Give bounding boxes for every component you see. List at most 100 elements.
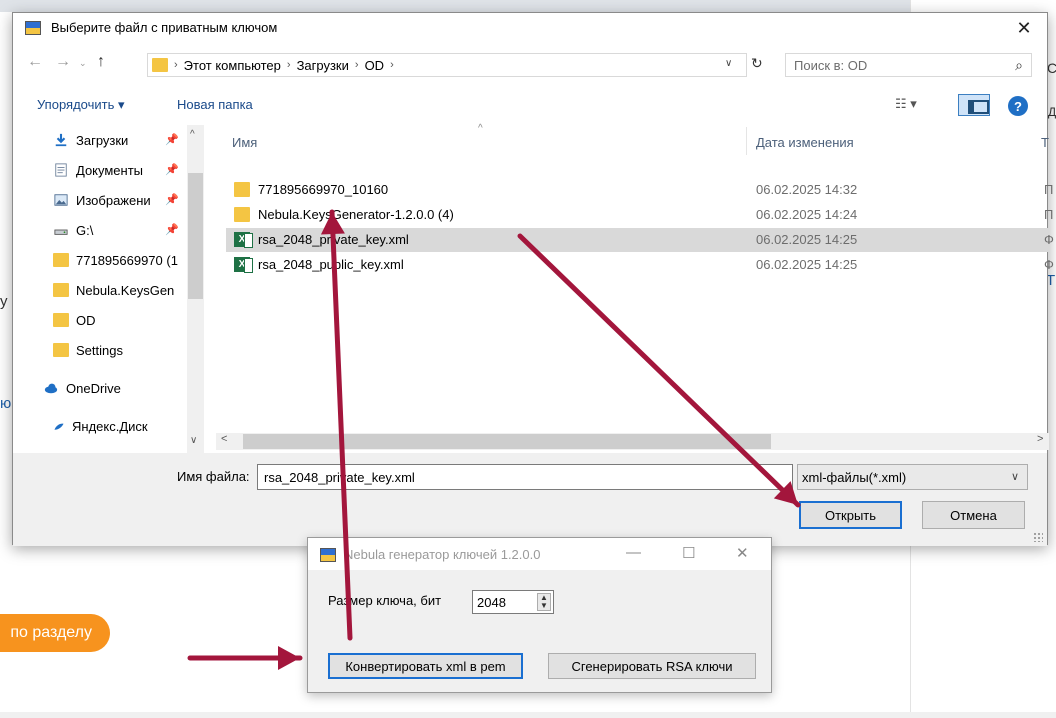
scroll-right-icon[interactable]: > xyxy=(1037,433,1043,445)
recent-locations-chevron-icon[interactable]: ⌄ xyxy=(79,58,87,69)
breadcrumb-od[interactable]: OD xyxy=(365,58,385,73)
file-row-selected[interactable]: X rsa_2048_private_key.xml 06.02.2025 14… xyxy=(226,228,1054,252)
folder-icon xyxy=(234,207,250,222)
key-size-stepper[interactable]: 2048 ▲ ▼ xyxy=(472,590,554,614)
close-button[interactable]: ✕ xyxy=(1001,13,1047,43)
dialog-footer: Имя файла: xml-файлы(*.xml) ∨ Открыть От… xyxy=(13,453,1047,546)
open-button[interactable]: Открыть xyxy=(799,501,902,529)
file-row[interactable]: X rsa_2048_public_key.xml 06.02.2025 14:… xyxy=(226,253,1054,277)
new-folder-button[interactable]: Новая папка xyxy=(177,97,253,112)
spin-arrows-icon[interactable]: ▲ ▼ xyxy=(537,593,551,611)
nav-item-folder-settings[interactable]: Settings xyxy=(53,339,123,361)
yandex-disk-icon xyxy=(54,423,64,430)
chevron-right-icon: › xyxy=(174,59,178,71)
file-name: rsa_2048_public_key.xml xyxy=(258,257,404,272)
nebula-titlebar[interactable]: Nebula генератор ключей 1.2.0.0 — ☐ ✕ xyxy=(308,538,771,570)
scroll-left-icon[interactable]: < xyxy=(221,433,227,445)
dialog-title: Выберите файл с приватным ключом xyxy=(51,20,278,35)
back-arrow-icon[interactable]: ← xyxy=(27,53,43,71)
chevron-right-icon: › xyxy=(354,59,359,71)
background-text-fragment: Д xyxy=(1048,105,1056,119)
nav-item-label: G:\ xyxy=(76,222,94,238)
folder-icon xyxy=(152,58,168,72)
nav-item-label: Nebula.KeysGen xyxy=(76,282,175,298)
search-input[interactable]: Поиск в: OD ⌕ xyxy=(785,53,1032,77)
generate-rsa-keys-button[interactable]: Сгенерировать RSA ключи xyxy=(548,653,756,679)
refresh-icon[interactable]: ↻ xyxy=(751,55,763,72)
nav-item-yandex-disk[interactable]: Яндекс.Диск xyxy=(53,415,148,437)
file-date: 06.02.2025 14:25 xyxy=(756,257,858,272)
background-section-button[interactable]: по разделу xyxy=(0,614,110,652)
pictures-icon xyxy=(54,194,68,206)
close-icon[interactable]: ✕ xyxy=(736,544,749,562)
file-row[interactable]: Nebula.KeysGenerator-1.2.0.0 (4) 06.02.2… xyxy=(226,203,1053,227)
open-button-label: Открыть xyxy=(824,507,877,523)
search-icon: ⌕ xyxy=(1015,57,1023,73)
file-row[interactable]: 771895669970_10160 06.02.2025 14:32 П xyxy=(226,178,1053,202)
resize-grip[interactable] xyxy=(1033,532,1043,542)
scroll-up-icon[interactable]: ^ xyxy=(190,129,195,140)
file-date: 06.02.2025 14:32 xyxy=(756,182,858,197)
nav-item-folder-771895669970[interactable]: 771895669970 (1 xyxy=(53,249,178,271)
nav-item-documents[interactable]: Документы xyxy=(53,159,143,181)
navigation-pane: Загрузки 📌 Документы 📌 Изображени 📌 G:\ … xyxy=(13,125,216,455)
navigation-bar: ← → ⌄ ↑ › Этот компьютер › Загрузки › OD… xyxy=(13,43,1047,83)
browser-tab-strip xyxy=(0,0,1056,12)
scroll-down-icon[interactable]: ∨ xyxy=(190,435,197,446)
preview-pane-icon[interactable] xyxy=(958,94,990,116)
nav-item-onedrive[interactable]: OneDrive xyxy=(43,377,121,399)
pin-icon[interactable]: 📌 xyxy=(165,193,179,206)
cancel-button-label: Отмена xyxy=(950,507,997,523)
key-size-value: 2048 xyxy=(477,594,506,610)
column-header-date-modified[interactable]: Дата изменения xyxy=(756,135,854,150)
horizontal-scrollbar-thumb[interactable] xyxy=(243,434,771,449)
column-divider[interactable] xyxy=(746,127,747,155)
file-name: 771895669970_10160 xyxy=(258,182,389,197)
navigation-scrollbar-thumb[interactable] xyxy=(188,173,203,299)
annotation-arrow-to-convert-head xyxy=(278,646,300,670)
column-header-name[interactable]: Имя xyxy=(232,135,257,150)
background-section-button-label: по разделу xyxy=(10,624,92,641)
nav-item-folder-od[interactable]: OD xyxy=(53,309,96,331)
file-type: Ф xyxy=(1044,257,1054,272)
file-list: ^ Имя Дата изменения Т 771895669970_1016… xyxy=(216,123,1054,435)
filename-input[interactable] xyxy=(257,464,793,490)
nebula-title: Nebula генератор ключей 1.2.0.0 xyxy=(344,547,541,562)
nav-item-label: Settings xyxy=(76,342,123,358)
column-header-type[interactable]: Т xyxy=(1041,135,1049,150)
pin-icon[interactable]: 📌 xyxy=(165,133,179,146)
up-arrow-icon[interactable]: ↑ xyxy=(97,53,105,71)
cancel-button[interactable]: Отмена xyxy=(922,501,1025,529)
file-type: П xyxy=(1044,207,1054,222)
nav-item-folder-nebula[interactable]: Nebula.KeysGen xyxy=(53,279,174,301)
file-date: 06.02.2025 14:24 xyxy=(756,207,858,222)
search-placeholder: Поиск в: OD xyxy=(794,57,868,73)
convert-xml-to-pem-button[interactable]: Конвертировать xml в pem xyxy=(328,653,523,679)
background-text-fragment: у xyxy=(0,293,8,310)
pin-icon[interactable]: 📌 xyxy=(165,223,179,236)
nav-item-downloads[interactable]: Загрузки xyxy=(53,129,128,151)
convert-button-label: Конвертировать xml в pem xyxy=(345,658,506,674)
forward-arrow-icon[interactable]: → xyxy=(55,53,71,71)
nav-item-pictures[interactable]: Изображени xyxy=(53,189,151,211)
breadcrumb-this-pc[interactable]: Этот компьютер xyxy=(184,58,281,73)
dialog-titlebar[interactable]: Выберите файл с приватным ключом ✕ xyxy=(13,13,1047,43)
pin-icon[interactable]: 📌 xyxy=(165,163,179,176)
address-dropdown-icon[interactable]: ∨ xyxy=(725,58,732,69)
background-page-footer xyxy=(0,712,1056,718)
filetype-select[interactable]: xml-файлы(*.xml) ∨ xyxy=(797,464,1028,490)
organize-menu-button[interactable]: Упорядочить ▾ xyxy=(37,97,125,113)
view-options-icon[interactable]: ☷ ▾ xyxy=(895,96,917,112)
breadcrumb-downloads[interactable]: Загрузки xyxy=(297,58,349,73)
sort-ascending-icon: ^ xyxy=(478,123,483,134)
nebula-window: Nebula генератор ключей 1.2.0.0 — ☐ ✕ Ра… xyxy=(307,537,772,693)
nav-item-label: OD xyxy=(76,312,96,328)
address-bar[interactable]: › Этот компьютер › Загрузки › OD › xyxy=(147,53,747,77)
maximize-icon[interactable]: ☐ xyxy=(682,544,695,562)
minimize-icon[interactable]: — xyxy=(626,544,641,561)
app-window-icon xyxy=(320,548,336,562)
chevron-right-icon: › xyxy=(390,59,394,71)
help-icon[interactable]: ? xyxy=(1008,96,1028,116)
nav-item-drive-g[interactable]: G:\ xyxy=(53,219,93,241)
file-name: Nebula.KeysGenerator-1.2.0.0 (4) xyxy=(258,207,454,222)
